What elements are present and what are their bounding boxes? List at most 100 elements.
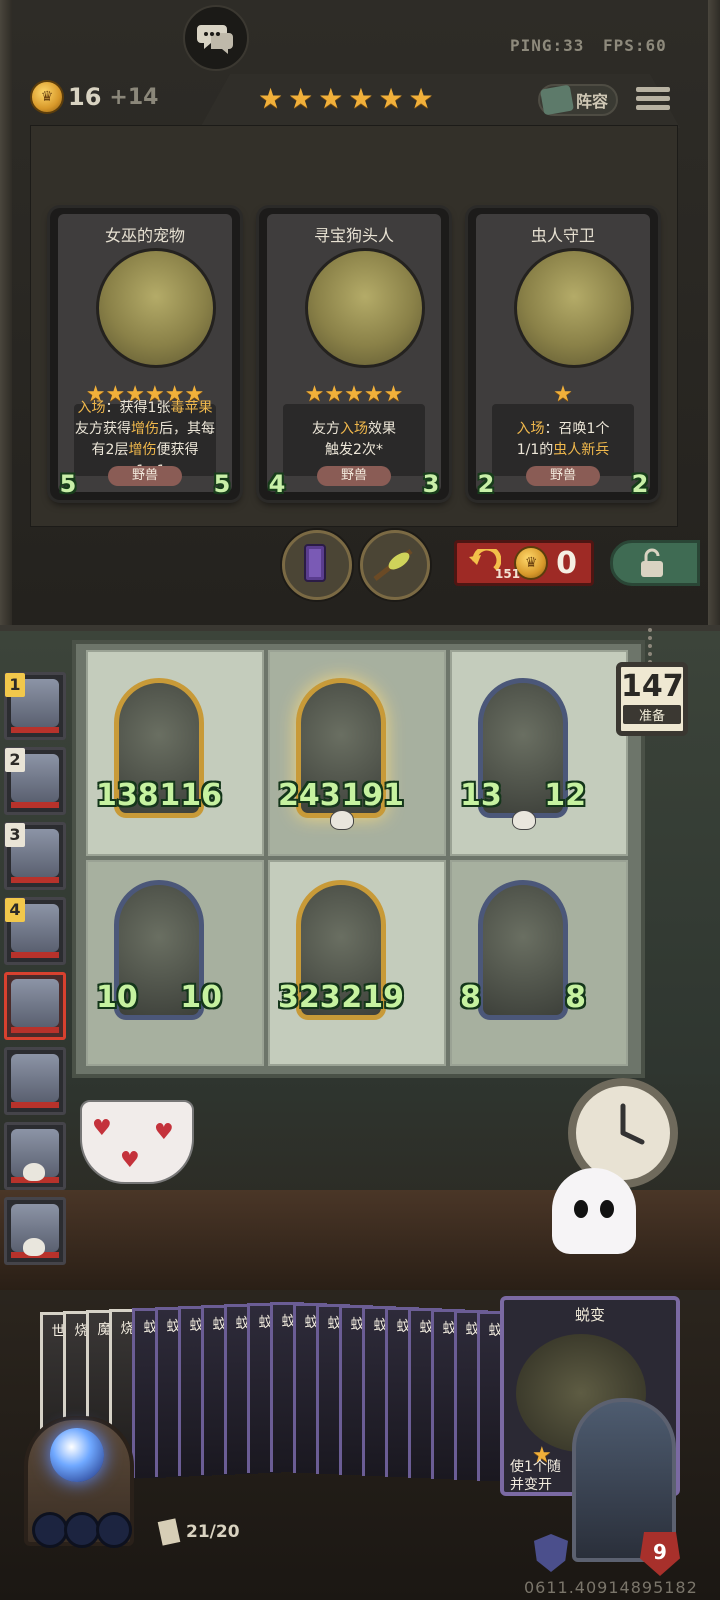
- shop-card[interactable]: 女巫的宠物★★★★★★入场：获得1张毒苹果友方获得增伤后，其每有2层增伤便获得+…: [50, 208, 240, 500]
- card-attack: 5: [50, 470, 86, 498]
- watermark-text: 0611.40914895182: [524, 1578, 698, 1597]
- menu-button[interactable]: [636, 84, 670, 118]
- skull-icon: [512, 810, 536, 830]
- deck-icon: [157, 1518, 181, 1546]
- reroll-cost: 0: [556, 545, 577, 581]
- ability-line: 入场：获得1张毒苹果: [77, 400, 213, 416]
- unit-attack: 138: [96, 778, 159, 813]
- star-icon: ★: [288, 82, 314, 115]
- chain-decoration: [648, 628, 662, 664]
- card-body: 虫人守卫 ★ 入场：召唤1个 1/1的虫人新兵 野兽: [476, 214, 650, 492]
- star-icon: ★: [378, 82, 404, 115]
- board-unit[interactable]: 10 10: [96, 880, 222, 1030]
- card-tribe: 野兽: [526, 466, 600, 486]
- health-bar: [11, 877, 59, 883]
- card-attack: 2: [468, 470, 504, 498]
- board-unit[interactable]: 243 191: [278, 678, 404, 830]
- card-art: [96, 248, 216, 368]
- star-icon: ★: [258, 82, 284, 115]
- shop-card[interactable]: 虫人守卫 ★ 入场：召唤1个 1/1的虫人新兵 野兽 2 2: [468, 208, 658, 500]
- opponent-avatar[interactable]: [4, 972, 66, 1040]
- board-unit[interactable]: 138 116: [96, 678, 222, 828]
- featured-card-text: 使1个随 并变开: [510, 1459, 561, 1493]
- star-icon: ★: [408, 82, 434, 115]
- ghost-mascot[interactable]: [552, 1168, 636, 1254]
- opponent-avatar[interactable]: 2: [4, 747, 66, 815]
- unit-health: 8: [565, 980, 586, 1015]
- reroll-button[interactable]: 151 ♛ 0: [454, 540, 594, 586]
- rank-badge: 4: [5, 898, 25, 922]
- freeze-door-button[interactable]: [282, 530, 352, 600]
- unit-attack: 243: [278, 778, 341, 813]
- gold-value: 16: [68, 83, 102, 111]
- unit-attack: 323: [278, 980, 341, 1015]
- book-icon: [539, 84, 575, 116]
- chat-icon: [197, 25, 233, 54]
- opponent-avatar[interactable]: 3: [4, 822, 66, 890]
- health-bar: [11, 952, 59, 958]
- card-health: 5: [204, 470, 240, 498]
- star-icon: ★: [318, 82, 344, 115]
- mana-slot: [64, 1512, 100, 1548]
- unit-attack: 13: [460, 778, 502, 813]
- unit-health: 191: [341, 778, 404, 813]
- unit-health: 116: [159, 778, 222, 813]
- mana-slot: [96, 1512, 132, 1548]
- teacup-decoration: ♥ ♥ ♥: [80, 1100, 194, 1184]
- reroll-remaining: 151: [495, 567, 521, 581]
- board-unit[interactable]: 88: [460, 880, 586, 1030]
- unit-portrait: [478, 880, 568, 1020]
- prep-timer-value: 147: [621, 669, 684, 704]
- tavern-tier-stars: ★ ★ ★ ★ ★ ★: [258, 85, 434, 113]
- avatar-face: [11, 979, 59, 1027]
- lock-icon: [641, 548, 663, 577]
- card-tribe: 野兽: [317, 466, 391, 486]
- prep-timer-label: 准备: [623, 705, 681, 724]
- board-unit[interactable]: 13 12: [460, 678, 586, 830]
- fps-readout: FPS:60: [603, 36, 667, 55]
- crown-coin-icon: ♛: [30, 80, 64, 114]
- chat-button[interactable]: [183, 5, 249, 71]
- card-name: 虫人守卫: [530, 226, 595, 245]
- card-stars: ★: [476, 384, 650, 406]
- ability-line: 友方获得增伤后，其每: [75, 421, 215, 437]
- featured-card-name: 蜕变: [574, 1306, 605, 1324]
- crystal-orb-icon[interactable]: [50, 1428, 104, 1482]
- skull-icon: [23, 1238, 45, 1256]
- ability-line: 友方入场效果: [312, 421, 396, 437]
- deck-count-value: 21/20: [186, 1522, 240, 1542]
- card-attack: 4: [259, 470, 295, 498]
- lock-shop-button[interactable]: [610, 540, 700, 586]
- opponent-avatar[interactable]: [4, 1122, 66, 1190]
- card-art: [305, 248, 425, 368]
- card-health: 3: [413, 470, 449, 498]
- board-unit[interactable]: 323 219: [278, 880, 404, 1030]
- card-health: 2: [622, 470, 658, 498]
- card-name: 女巫的宠物: [104, 226, 185, 245]
- shop-card[interactable]: 寻宝狗头人 ★★★★★ 友方入场效果 触发2次* 野兽 4 3: [259, 208, 449, 500]
- rank-badge: 1: [5, 673, 25, 697]
- opponent-avatar[interactable]: 1: [4, 672, 66, 740]
- rank-badge: 2: [5, 748, 25, 772]
- health-bar: [11, 1102, 59, 1108]
- health-bar: [11, 802, 59, 808]
- branch-icon: [373, 549, 413, 581]
- gold-display: ♛ 16 +14: [30, 80, 158, 114]
- star-icon: ★: [348, 82, 374, 115]
- ping-readout: PING:33: [510, 36, 585, 55]
- opponent-avatar[interactable]: [4, 1047, 66, 1115]
- unit-attack: 10: [96, 980, 138, 1015]
- card-body: 女巫的宠物★★★★★★入场：获得1张毒苹果友方获得增伤后，其每有2层增伤便获得+…: [58, 214, 232, 492]
- lineup-label: 阵容: [576, 92, 609, 111]
- avatar-face: [11, 1054, 59, 1102]
- opponent-avatar[interactable]: [4, 1197, 66, 1265]
- frame-right: [708, 0, 720, 625]
- shop-panel: PING:33 FPS:60 ♛ 16 +14 ★ ★ ★ ★ ★ ★ 阵容 女巫的宠物 ★…: [0, 0, 720, 631]
- upgrade-branch-button[interactable]: [360, 530, 430, 600]
- card-body: 寻宝狗头人 ★★★★★ 友方入场效果 触发2次* 野兽: [267, 214, 441, 492]
- ability-line: 入场：召唤1个: [516, 421, 610, 437]
- lineup-button[interactable]: 阵容: [538, 84, 618, 116]
- unit-attack: 8: [460, 980, 481, 1015]
- opponent-avatar[interactable]: 4: [4, 897, 66, 965]
- ability-line: 触发2次*: [325, 442, 383, 458]
